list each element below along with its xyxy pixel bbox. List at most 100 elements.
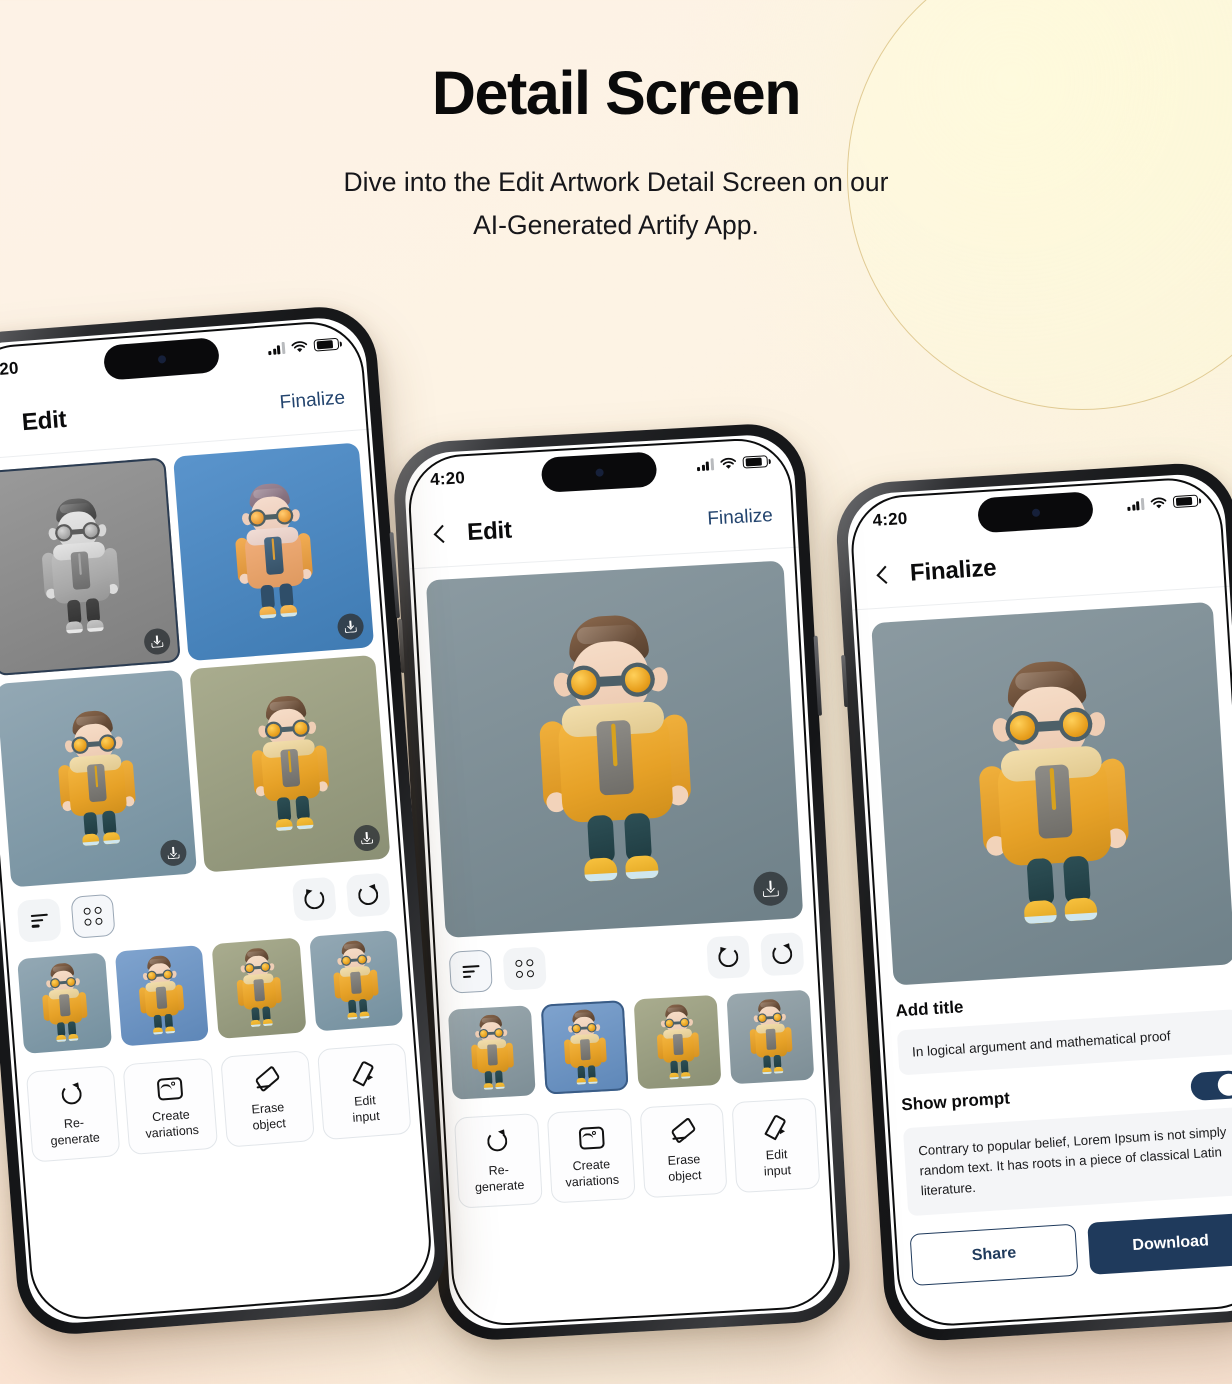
wifi-icon [291,340,308,352]
page-title: Detail Screen [431,59,802,127]
list-view-icon [30,913,48,928]
thumbnail-1[interactable] [447,1005,536,1100]
edit-input-button[interactable]: Edit input [316,1042,412,1141]
main-artwork-preview[interactable] [425,560,804,938]
back-icon[interactable] [0,414,7,438]
create-variations-button[interactable]: Create variations [546,1107,636,1204]
phone2-power-button [813,635,823,716]
download-icon[interactable] [336,612,365,641]
thumbnail-3[interactable] [211,937,307,1039]
finalize-link[interactable]: Finalize [279,387,346,414]
redo-button[interactable] [345,872,391,918]
undo-button[interactable] [291,876,337,922]
cellular-signal-icon [268,341,286,356]
regenerate-button[interactable]: Re- generate [453,1112,543,1209]
front-camera-icon [157,354,166,364]
create-variations-button[interactable]: Create variations [122,1057,218,1156]
edit-input-label: Edit input [763,1146,792,1179]
page-title-finalize: Finalize [909,554,998,587]
redo-button[interactable] [760,932,805,977]
artwork-figure [466,1011,518,1094]
erase-object-button[interactable]: Erase object [639,1102,728,1199]
battery-icon [313,337,340,352]
undo-button[interactable] [706,935,751,980]
back-icon[interactable] [429,523,452,546]
phone-mockup-edit-grid: 4:20 Edit Finalize Re- generate Create v… [0,302,450,1339]
front-camera-icon [1031,508,1040,517]
edit-input-button[interactable]: Edit input [731,1097,821,1194]
variant-cell-4[interactable] [189,654,391,873]
erase-object-label: Erase object [251,1099,287,1133]
battery-icon [742,454,769,469]
share-button[interactable]: Share [909,1223,1079,1286]
dynamic-island [976,491,1094,534]
thumbnail-1[interactable] [17,952,112,1054]
thumbnail-4[interactable] [308,930,404,1032]
pencil-icon [762,1113,787,1138]
finalize-form: Add title Show prompt Contrary to popula… [877,978,1232,1216]
regenerate-icon [59,1081,85,1107]
final-artwork-preview[interactable] [871,601,1232,986]
redo-icon [356,883,380,907]
thumbnail-4[interactable] [726,989,815,1084]
artwork-figure [48,703,145,853]
download-icon[interactable] [159,839,188,868]
download-button[interactable]: Download [1087,1212,1232,1275]
status-icons [696,454,769,472]
page-subtitle: Dive into the Edit Artwork Detail Screen… [0,161,1232,247]
thumbnail-3[interactable] [633,994,722,1090]
artwork-figure [961,648,1146,938]
cellular-signal-icon [1127,497,1145,511]
status-icons [267,337,340,356]
status-time: 4:20 [0,358,20,380]
finalize-artwork-wrap [852,587,1232,987]
variant-grid [0,429,404,888]
artwork-figure [558,1006,610,1089]
battery-icon [1172,494,1199,509]
download-icon[interactable] [143,627,172,656]
show-prompt-label: Show prompt [900,1088,1011,1114]
erase-object-label: Erase object [667,1151,702,1184]
thumbnail-2[interactable] [114,945,209,1047]
page-subtitle-line-1: Dive into the Edit Artwork Detail Screen… [343,167,889,198]
eraser-icon [670,1118,695,1143]
variant-cell-3[interactable] [0,669,198,888]
dynamic-island [102,337,221,381]
regenerate-label: Re- generate [50,1115,101,1149]
artwork-figure [133,952,190,1040]
thumbnail-2[interactable] [540,1000,629,1095]
back-icon[interactable] [871,564,894,587]
wifi-icon [1150,497,1167,508]
regenerate-button[interactable]: Re- generate [25,1064,121,1163]
variant-cell-2[interactable] [173,442,375,661]
finalize-link[interactable]: Finalize [707,505,774,531]
artwork-figure [328,937,385,1025]
wifi-icon [720,457,737,469]
variant-cell-1[interactable] [0,457,181,676]
pencil-icon [350,1059,376,1085]
artwork-figure [36,959,93,1047]
status-time: 4:20 [872,508,909,530]
artwork-figure [744,995,796,1078]
grid-view-toggle[interactable] [502,946,547,991]
single-view-toggle[interactable] [448,949,493,994]
regenerate-label: Re- generate [474,1162,525,1195]
artwork-figure [225,477,322,627]
show-prompt-toggle[interactable] [1189,1069,1232,1101]
grid-view-toggle[interactable] [70,893,116,939]
undo-icon [303,888,327,912]
create-variations-label: Create variations [144,1107,200,1141]
single-view-toggle[interactable] [16,898,62,944]
status-time: 4:20 [429,468,466,490]
undo-icon [717,946,740,969]
download-icon[interactable] [352,824,381,853]
regenerate-icon [484,1128,509,1153]
download-icon[interactable] [752,870,789,907]
erase-object-button[interactable]: Erase object [219,1049,315,1148]
title-input[interactable] [896,1008,1232,1075]
status-icons [1127,494,1199,511]
phone-mockup-edit-single: 4:20 Edit Finalize Re- generate Create v… [391,421,853,1343]
page-title-edit: Edit [20,405,68,437]
grid-view-icon [83,906,103,927]
cellular-signal-icon [696,458,715,472]
